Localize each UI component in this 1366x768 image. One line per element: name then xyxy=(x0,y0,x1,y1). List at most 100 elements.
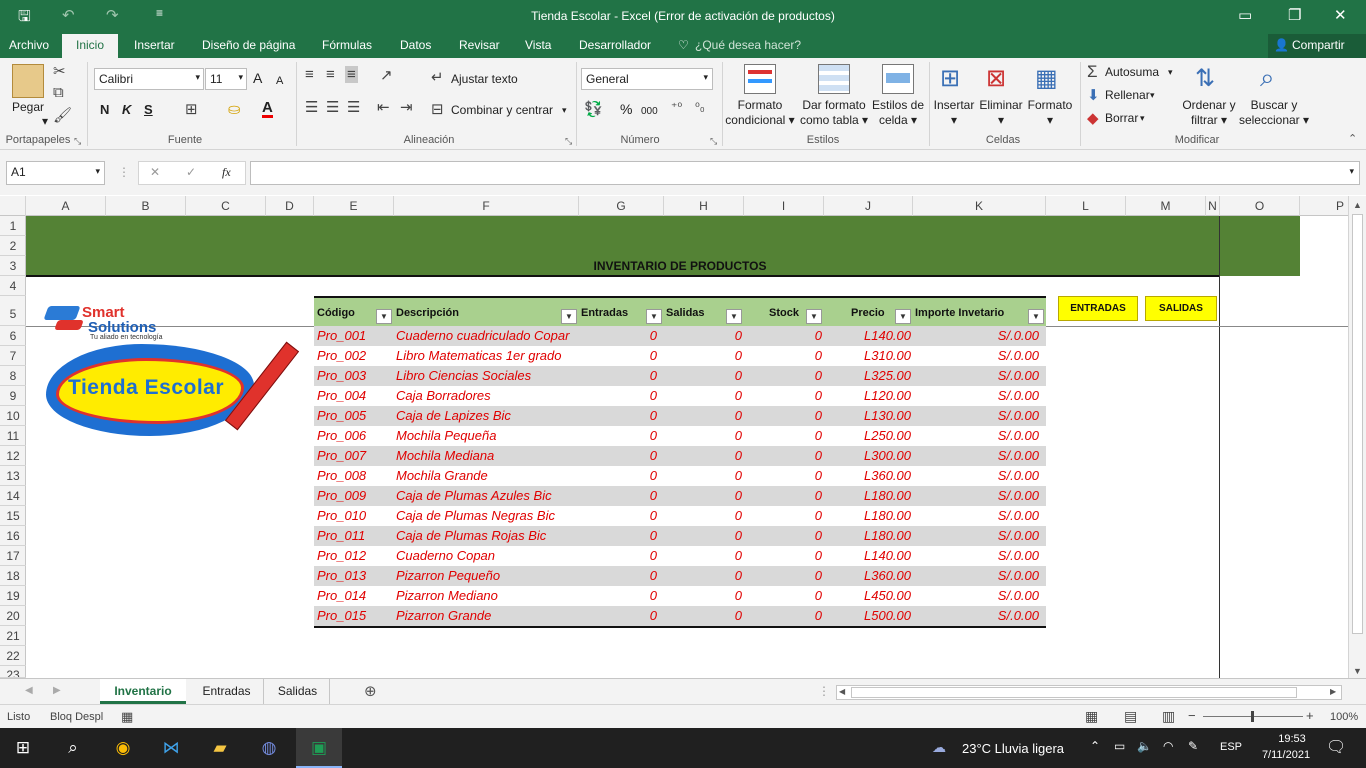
scroll-thumb[interactable] xyxy=(1352,214,1363,634)
zoom-level[interactable]: 100% xyxy=(1330,711,1358,723)
align-top-icon[interactable]: ≡ xyxy=(305,66,314,83)
cell-entradas[interactable]: 0 xyxy=(581,568,657,583)
cell-descripcion[interactable]: Mochila Pequeña xyxy=(396,428,496,443)
cell-entradas[interactable]: 0 xyxy=(581,328,657,343)
row-header[interactable]: 15 xyxy=(0,506,26,526)
cell-precio[interactable]: L120.00 xyxy=(826,388,911,403)
font-size-box[interactable]: 11 ▾ xyxy=(205,68,247,90)
table-row[interactable]: Pro_010 Caja de Plumas Negras Bic 0 0 0 L180.… xyxy=(314,506,1046,526)
row-header[interactable]: 16 xyxy=(0,526,26,546)
col-header-f[interactable]: F xyxy=(394,196,579,216)
insert-cells-button[interactable]: Insertar ▾ xyxy=(932,98,976,128)
cell-descripcion[interactable]: Mochila Grande xyxy=(396,468,488,483)
clock-time[interactable]: 19:53 xyxy=(1264,733,1320,745)
cell-entradas[interactable]: 0 xyxy=(581,528,657,543)
cell-descripcion[interactable]: Pizarron Grande xyxy=(396,608,491,623)
cell-entradas[interactable]: 0 xyxy=(581,488,657,503)
cell-salidas[interactable]: 0 xyxy=(666,388,742,403)
row-header[interactable]: 14 xyxy=(0,486,26,506)
search-icon[interactable]: ⌕ xyxy=(60,736,86,760)
cell-importe[interactable]: S/.0.00 xyxy=(915,328,1039,343)
col-header-m[interactable]: M xyxy=(1126,196,1206,216)
cell-precio[interactable]: L180.00 xyxy=(826,508,911,523)
cell-importe[interactable]: S/.0.00 xyxy=(915,428,1039,443)
cell-precio[interactable]: L130.00 xyxy=(826,408,911,423)
tab-revisar[interactable]: Revisar xyxy=(459,38,500,52)
sheet-tab-inventario[interactable]: Inventario xyxy=(100,679,186,704)
underline-button[interactable]: S xyxy=(144,102,153,117)
select-all[interactable] xyxy=(0,196,26,216)
sheet-tab-salidas[interactable]: Salidas xyxy=(266,679,330,704)
cell-codigo[interactable]: Pro_011 xyxy=(317,528,365,543)
row-header[interactable]: 20 xyxy=(0,606,26,626)
cell-entradas[interactable]: 0 xyxy=(581,548,657,563)
worksheet-grid[interactable]: INVENTARIO DE PRODUCTOS Smart Solutions … xyxy=(26,216,1348,678)
merge-center-button[interactable]: Combinar y centrar xyxy=(451,103,553,118)
decrease-decimal-icon[interactable]: ⁰₀ xyxy=(695,100,705,114)
wrap-text-button[interactable]: Ajustar texto xyxy=(451,72,518,87)
cell-stock[interactable]: 0 xyxy=(746,548,822,563)
cell-importe[interactable]: S/.0.00 xyxy=(915,528,1039,543)
delete-cells-button[interactable]: Eliminar ▾ xyxy=(978,98,1024,128)
row-header[interactable]: 10 xyxy=(0,406,26,426)
cell-importe[interactable]: S/.0.00 xyxy=(915,348,1039,363)
zoom-slider-thumb[interactable] xyxy=(1251,711,1254,722)
format-cells-button[interactable]: Formato ▾ xyxy=(1026,98,1074,128)
cell-descripcion[interactable]: Caja de Lapizes Bic xyxy=(396,408,511,423)
row-header[interactable]: 1 xyxy=(0,216,26,236)
pen-icon[interactable]: ✎ xyxy=(1188,739,1198,753)
table-row[interactable]: Pro_006 Mochila Pequeña 0 0 0 L250.00 S/.0.00 xyxy=(314,426,1046,446)
cell-codigo[interactable]: Pro_010 xyxy=(317,508,366,523)
row-header[interactable]: 2 xyxy=(0,236,26,256)
cell-salidas[interactable]: 0 xyxy=(666,568,742,583)
cell-importe[interactable]: S/.0.00 xyxy=(915,588,1039,603)
cell-entradas[interactable]: 0 xyxy=(581,388,657,403)
formula-input[interactable]: ▾ xyxy=(250,161,1360,185)
cell-entradas[interactable]: 0 xyxy=(581,508,657,523)
cell-salidas[interactable]: 0 xyxy=(666,368,742,383)
align-left-icon[interactable]: ☰ xyxy=(305,98,318,116)
cell-entradas[interactable]: 0 xyxy=(581,588,657,603)
scroll-down-icon[interactable]: ▼ xyxy=(1353,666,1362,676)
tell-me-input[interactable]: ¿Qué desea hacer? xyxy=(695,38,801,52)
cell-entradas[interactable]: 0 xyxy=(581,608,657,623)
col-header-d[interactable]: D xyxy=(266,196,314,216)
cell-codigo[interactable]: Pro_006 xyxy=(317,428,366,443)
cell-precio[interactable]: L360.00 xyxy=(826,468,911,483)
ribbon-options-icon[interactable]: ▭ xyxy=(1238,6,1252,24)
col-header-g[interactable]: G xyxy=(579,196,664,216)
row-header[interactable]: 8 xyxy=(0,366,26,386)
filter-dropdown-icon[interactable]: ▼ xyxy=(561,309,577,324)
cell-importe[interactable]: S/.0.00 xyxy=(915,608,1039,623)
cell-stock[interactable]: 0 xyxy=(746,468,822,483)
tab-inicio[interactable]: Inicio xyxy=(62,34,119,58)
cell-salidas[interactable]: 0 xyxy=(666,488,742,503)
currency-icon[interactable]: 💱 xyxy=(584,100,603,118)
weather-text[interactable]: 23°C Lluvia ligera xyxy=(962,741,1064,756)
format-as-table-button[interactable]: Dar formato como tabla ▾ xyxy=(798,98,870,128)
format-painter-icon[interactable]: 🖌 xyxy=(53,106,72,124)
page-break-view-icon[interactable]: ▥ xyxy=(1162,708,1175,725)
cell-stock[interactable]: 0 xyxy=(746,328,822,343)
cell-entradas[interactable]: 0 xyxy=(581,448,657,463)
cell-salidas[interactable]: 0 xyxy=(666,528,742,543)
filter-dropdown-icon[interactable]: ▼ xyxy=(726,309,742,324)
network-icon[interactable]: ◠ xyxy=(1163,739,1173,753)
sort-filter-button[interactable]: Ordenar y filtrar ▾ xyxy=(1178,98,1240,128)
clear-button[interactable]: Borrar xyxy=(1105,111,1138,126)
cell-descripcion[interactable]: Caja de Plumas Negras Bic xyxy=(396,508,555,523)
align-middle-icon[interactable]: ≡ xyxy=(326,66,335,83)
cell-stock[interactable]: 0 xyxy=(746,508,822,523)
salidas-button[interactable]: SALIDAS xyxy=(1145,296,1217,321)
number-launcher-icon[interactable]: ⤡ xyxy=(710,136,717,147)
cell-importe[interactable]: S/.0.00 xyxy=(915,568,1039,583)
cell-stock[interactable]: 0 xyxy=(746,608,822,623)
cell-importe[interactable]: S/.0.00 xyxy=(915,368,1039,383)
zoom-in-icon[interactable]: + xyxy=(1306,708,1314,723)
tab-archivo[interactable]: Archivo xyxy=(9,38,49,52)
battery-icon[interactable]: ▭ xyxy=(1114,739,1125,753)
cell-stock[interactable]: 0 xyxy=(746,408,822,423)
table-row[interactable]: Pro_007 Mochila Mediana 0 0 0 L300.00 S/.0.00 xyxy=(314,446,1046,466)
cell-stock[interactable]: 0 xyxy=(746,428,822,443)
borders-icon[interactable]: ⊞ xyxy=(185,100,198,118)
